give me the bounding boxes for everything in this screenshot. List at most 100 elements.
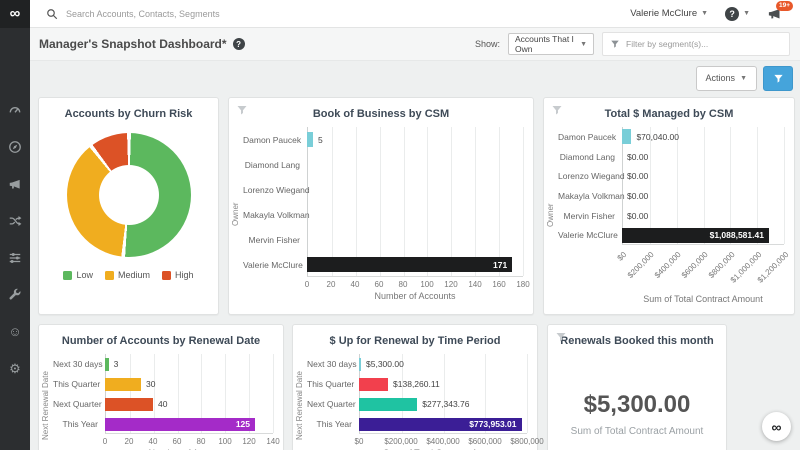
bar-zone: 30 <box>105 374 273 394</box>
funnel-icon <box>611 40 619 48</box>
category-label: Mervin Fisher <box>248 234 300 245</box>
x-tick-label: 100 <box>420 280 434 289</box>
bar-zone <box>307 227 523 252</box>
category-label: Makayla Volkman <box>243 209 310 220</box>
data-bar[interactable]: $773,953.01 <box>359 417 522 431</box>
card-filter-icon[interactable] <box>555 331 567 343</box>
donut-hole <box>98 165 159 225</box>
category-label: Valerie McClure <box>243 259 303 270</box>
bar-row: This Quarter $138,260.11 <box>307 374 527 394</box>
card-filter-icon[interactable] <box>551 104 563 116</box>
filter-button[interactable] <box>763 65 793 91</box>
category-label: Next Quarter <box>53 399 102 409</box>
churnzero-widget-button[interactable]: ∞ <box>762 412 791 441</box>
data-bar[interactable] <box>105 377 141 391</box>
y-axis-title: Owner <box>546 203 555 228</box>
actions-button[interactable]: Actions ▼ <box>695 65 757 91</box>
logo-infinity-icon: ∞ <box>771 418 782 435</box>
sidebar-item-megaphone[interactable] <box>8 176 23 191</box>
notifications-button[interactable]: 19+ <box>767 1 793 21</box>
category-label: Next 30 days <box>53 359 103 369</box>
chevron-down-icon: ▼ <box>701 10 709 17</box>
x-tick-label: 60 <box>374 280 384 289</box>
x-tick-label: 80 <box>398 280 408 289</box>
chart-title: Renewals Booked this month <box>560 335 714 347</box>
value-label: 30 <box>146 379 156 389</box>
legend-item[interactable]: Medium <box>104 270 150 280</box>
x-axis-title: Sum of Total Contract Amount <box>643 294 763 304</box>
data-bar[interactable] <box>359 357 361 371</box>
sidebar-item-sliders[interactable] <box>8 250 23 265</box>
data-bar[interactable] <box>622 129 632 145</box>
category-label: Lorenzo Wiegand <box>558 171 625 182</box>
sidebar-item-compass[interactable] <box>8 139 23 154</box>
x-tick-label: 120 <box>242 437 256 446</box>
x-tick-label: 140 <box>266 437 280 446</box>
bar-row: Valerie McClure 171 <box>243 252 523 277</box>
chart-title: Number of Accounts by Renewal Date <box>61 335 261 347</box>
show-label: Show: <box>474 39 500 49</box>
help-menu[interactable]: ? ▼ <box>725 6 750 21</box>
data-bar[interactable] <box>307 132 313 147</box>
legend-label: High <box>175 270 194 280</box>
donut-chart[interactable] <box>66 133 191 257</box>
gridline <box>784 127 785 244</box>
x-tick-label: $200,000 <box>625 250 656 280</box>
segment-filter-input[interactable] <box>626 39 782 49</box>
sidebar-item-wrench[interactable] <box>8 287 23 302</box>
bar-zone <box>307 202 523 227</box>
category-label: Mervin Fisher <box>563 210 615 221</box>
bar-row: This Quarter 30 <box>53 374 273 394</box>
value-label: 125 <box>235 419 250 429</box>
category-label: Diamond Lang <box>559 151 615 162</box>
data-bar[interactable]: $1,088,581.41 <box>622 227 769 243</box>
sidebar-item-dashboard-gauge[interactable] <box>8 102 23 117</box>
legend-label: Medium <box>117 270 150 280</box>
card-renewals-booked-this-month: Renewals Booked this month $5,300.00 Sum… <box>547 324 727 450</box>
sidebar-item-shuffle[interactable] <box>8 213 23 228</box>
x-tick-label: 60 <box>172 437 182 446</box>
data-bar[interactable] <box>359 377 389 391</box>
data-bar[interactable] <box>105 357 109 371</box>
data-bar[interactable] <box>105 397 153 411</box>
bar-row: Makayla Volkman $0.00 <box>558 186 784 206</box>
data-bar[interactable]: 125 <box>105 417 255 431</box>
value-label: $0.00 <box>627 171 649 182</box>
value-label: 3 <box>113 359 119 369</box>
value-label: $70,040.00 <box>636 131 679 142</box>
data-bar[interactable] <box>359 397 418 411</box>
x-axis-title: Number of Accounts <box>374 291 456 301</box>
gridline <box>523 127 524 276</box>
bar-row: Makayla Volkman <box>243 202 523 227</box>
chevron-down-icon: ▼ <box>740 74 747 82</box>
accounts-renewal-chart: Next Renewal Date Next 30 days 3 This Quar… <box>41 354 280 450</box>
sidebar-item-gear[interactable]: ⚙ <box>8 361 23 376</box>
app-logo[interactable]: ∞ <box>0 0 30 28</box>
card-book-of-business-by-csm: Book of Business by CSM Owner Damon Pauc… <box>228 97 534 315</box>
category-label: Next Quarter <box>307 399 356 409</box>
bar-row: Lorenzo Wiegand <box>243 177 523 202</box>
dashboard-content: Actions ▼ Accounts by Churn Risk Low Medi… <box>30 61 800 450</box>
title-help-icon[interactable]: ? <box>232 38 245 50</box>
renewal-dollars-chart: Next Renewal Date Next 30 days $5,300.00 T… <box>295 354 544 450</box>
x-tick-label: 20 <box>124 437 134 446</box>
gridline <box>527 354 528 433</box>
data-bar[interactable]: 171 <box>307 257 513 272</box>
sidebar-item-smiley[interactable]: ☺ <box>8 324 23 339</box>
value-label: $0.00 <box>627 151 649 162</box>
legend-item[interactable]: Low <box>63 270 93 280</box>
global-search <box>30 8 630 20</box>
legend-item[interactable]: High <box>162 270 194 280</box>
value-label: 5 <box>318 134 323 145</box>
card-filter-icon[interactable] <box>236 104 248 116</box>
value-label: 40 <box>158 399 168 409</box>
show-dropdown[interactable]: Accounts That I Own ▼ <box>508 33 594 55</box>
user-menu[interactable]: Valerie McClure ▼ <box>630 8 708 19</box>
category-label: This Year <box>316 419 352 429</box>
bar-row: Next Quarter 40 <box>53 394 273 414</box>
bar-row: Diamond Lang $0.00 <box>558 147 784 167</box>
bar-zone: 125 <box>105 414 273 434</box>
x-tick-label: $200,000 <box>384 437 418 446</box>
global-search-input[interactable] <box>66 8 346 19</box>
churn-risk-donut-area: Low Medium High <box>39 133 218 280</box>
